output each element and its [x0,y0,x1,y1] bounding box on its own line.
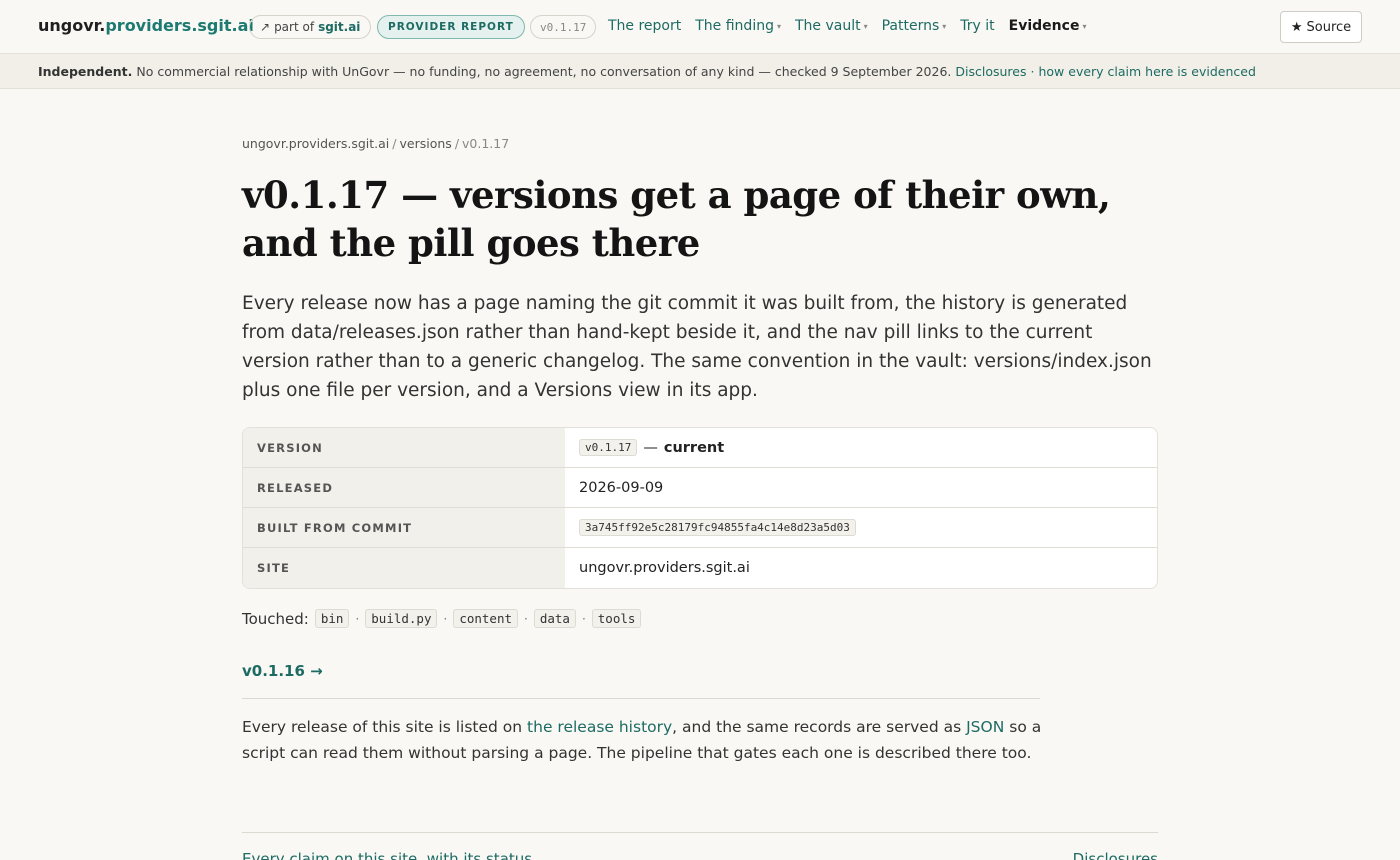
nav-item-evidence[interactable]: Evidence ▾ [1009,18,1087,34]
touched-item: tools [591,609,642,628]
touched-sep: · [581,611,586,626]
nav-item-try-it[interactable]: Try it [960,18,994,34]
version-status: current [663,439,725,456]
breadcrumb-current: v0.1.17 [462,136,510,151]
breadcrumb-versions[interactable]: versions [400,136,452,151]
page-lede: Every release now has a page naming the … [242,293,1152,401]
nav-label: The vault [794,18,861,34]
meta-value: ungovr.providers.sgit.ai [579,560,750,576]
touched-item: bin [314,609,350,628]
banner-text: No commercial relationship with UnGovr —… [136,63,952,79]
disclosures-link[interactable]: Disclosures [955,64,1026,79]
source-label: Source [1306,19,1352,35]
footer-claims-link[interactable]: Every claim on this site, with its statu… [242,850,532,860]
meta-key: VERSION [243,428,565,467]
chevron-down-icon: ▾ [776,21,781,31]
footer-divider [242,832,1158,833]
touched-sep: · [524,611,528,626]
independence-banner: Independent. No commercial relationship … [0,54,1400,89]
nav-item-patterns[interactable]: Patterns ▾ [882,18,947,34]
external-arrow-icon: ↗ [260,20,271,34]
brand-accent: providers.sgit.ai [105,16,254,35]
banner-separator: · [1030,63,1035,79]
breadcrumb-home[interactable]: ungovr.providers.sgit.ai [242,136,389,151]
meta-key: SITE [243,548,565,588]
footer-links: Every claim on this site, with its statu… [242,850,1158,860]
json-link[interactable]: JSON [966,718,1004,736]
footer-disclosures-link[interactable]: Disclosures [1073,850,1158,860]
nav-item-finding[interactable]: The finding ▾ [695,18,781,34]
release-history-link[interactable]: the release history [527,718,672,736]
brand-prefix: ungovr. [38,16,106,35]
nav-item-vault[interactable]: The vault ▾ [795,18,868,34]
nav-label: Evidence [1008,18,1080,34]
top-nav-bar: ungovr.providers.sgit.ai ↗ part of sgit.… [0,0,1400,54]
banner-bold: Independent. [38,63,133,79]
source-button[interactable]: ★ Source [1280,11,1362,43]
breadcrumb-sep: / [454,136,460,151]
touched-sep: · [443,611,448,626]
version-dash: — [643,439,658,456]
version-pill[interactable]: v0.1.17 [530,15,597,39]
touched-label: Touched: [242,609,309,628]
evidence-method-link[interactable]: how every claim here is evidenced [1038,64,1255,79]
meta-row-site: SITE ungovr.providers.sgit.ai [243,548,1157,588]
footnote-text: Every release of this site is listed on [242,718,523,736]
nav-label: The finding [695,18,774,34]
chevron-down-icon: ▾ [863,21,868,31]
part-of-label: part of [274,20,315,34]
meta-row-commit: BUILT FROM COMMIT 3a745ff92e5c28179fc948… [243,508,1157,548]
chevron-down-icon: ▾ [942,21,947,31]
nav-label: Patterns [881,18,940,34]
meta-key: RELEASED [243,468,565,507]
meta-row-version: VERSION v0.1.17 — current [243,428,1157,468]
site-brand-link[interactable]: ungovr.providers.sgit.ai [38,16,254,35]
breadcrumb-sep: / [392,136,397,151]
part-of-pill[interactable]: ↗ part of sgit.ai [249,15,372,39]
version-meta-table: VERSION v0.1.17 — current RELEASED 2026-… [242,427,1158,589]
release-footnote: Every release of this site is listed on … [242,715,1042,766]
previous-version-link[interactable]: v0.1.16 → [242,662,323,680]
version-chip: v0.1.17 [579,439,638,456]
meta-row-released: RELEASED 2026-09-09 [243,468,1157,508]
touched-item: build.py [365,609,438,628]
touched-list: Touched: bin · build.py · content · data… [242,609,1158,628]
nav-label: The report [608,18,682,34]
meta-value: v0.1.17 — current [565,428,1157,467]
page-title: v0.1.17 — versions get a page of their o… [242,173,1111,265]
part-of-site: sgit.ai [318,20,361,34]
chevron-down-icon: ▾ [1082,21,1087,31]
meta-key: BUILT FROM COMMIT [243,508,565,547]
previous-version-link-wrap: v0.1.16 → [242,662,1158,680]
nav-item-report[interactable]: The report [608,18,681,34]
nav-label: Try it [960,18,995,34]
meta-value: 3a745ff92e5c28179fc94855fa4c14e8d23a5d03 [565,508,1157,547]
breadcrumb: ungovr.providers.sgit.ai / versions / v0.1.1… [242,136,1158,151]
main-nav: The report The finding ▾ The vault ▾ Patte… [608,18,1086,34]
provider-report-pill[interactable]: PROVIDER REPORT [377,15,525,39]
star-icon: ★ [1290,19,1303,35]
commit-hash: 3a745ff92e5c28179fc94855fa4c14e8d23a5d03 [579,519,856,536]
touched-item: data [533,609,576,628]
footnote-text: , and the same records are served as [672,718,962,736]
touched-sep: · [355,611,360,626]
main-content: ungovr.providers.sgit.ai / versions / v0.1.1… [242,136,1158,766]
divider [242,698,1040,699]
touched-item: content [453,609,518,628]
meta-value: 2026-09-09 [579,479,664,496]
